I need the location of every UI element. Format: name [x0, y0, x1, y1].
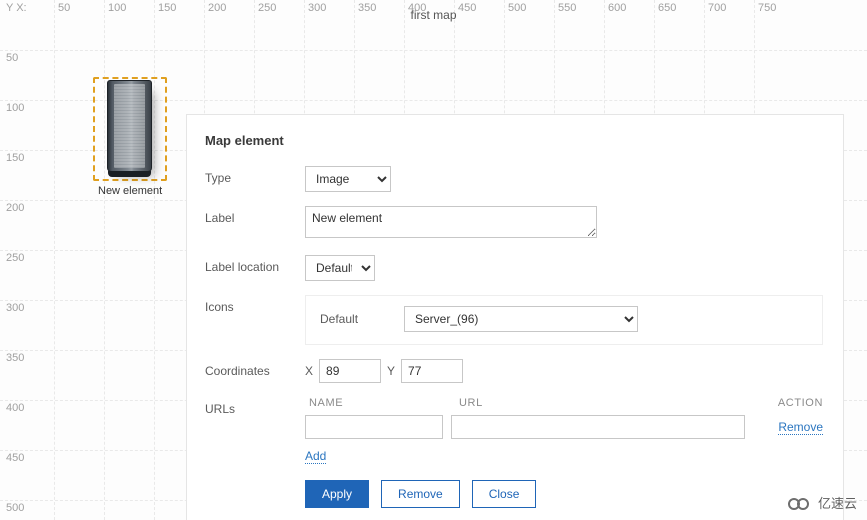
type-label: Type [205, 166, 305, 185]
url-row: Remove [305, 415, 823, 439]
server-rack-icon[interactable] [107, 80, 152, 172]
grid-y-tick: 100 [6, 102, 24, 114]
remove-button[interactable]: Remove [381, 480, 460, 508]
grid-y-tick: 50 [6, 52, 18, 64]
grid-x-tick: 100 [108, 2, 126, 14]
watermark-text: 亿速云 [818, 493, 857, 512]
grid-y-tick: 500 [6, 502, 24, 514]
grid-vline [54, 0, 55, 520]
grid-x-tick: 50 [58, 2, 70, 14]
icons-label: Icons [205, 295, 305, 314]
url-action-header: ACTION [753, 397, 823, 409]
grid-x-tick: 350 [358, 2, 376, 14]
grid-x-tick: 150 [158, 2, 176, 14]
icons-default-label: Default [320, 312, 390, 326]
label-textarea[interactable]: New element [305, 206, 597, 238]
coord-x-label: X [305, 364, 313, 378]
grid-y-tick: 250 [6, 252, 24, 264]
grid-y-tick: 400 [6, 402, 24, 414]
coordinates-label: Coordinates [205, 359, 305, 378]
coord-x-input[interactable] [319, 359, 381, 383]
icon-default-select[interactable]: Server_(96) [404, 306, 638, 332]
grid-x-tick: 750 [758, 2, 776, 14]
url-remove-link[interactable]: Remove [778, 420, 823, 435]
apply-button[interactable]: Apply [305, 480, 369, 508]
grid-x-tick: 600 [608, 2, 626, 14]
grid-x-tick: 200 [208, 2, 226, 14]
grid-x-tick: 650 [658, 2, 676, 14]
grid-y-tick: 350 [6, 352, 24, 364]
grid-y-tick: 450 [6, 452, 24, 464]
grid-hline [0, 50, 867, 51]
grid-y-tick: 150 [6, 152, 24, 164]
type-select[interactable]: Image [305, 166, 391, 192]
coord-y-input[interactable] [401, 359, 463, 383]
coord-y-label: Y [387, 364, 395, 378]
axis-corner-label: Y X: [6, 2, 27, 14]
grid-x-tick: 450 [458, 2, 476, 14]
grid-x-tick: 500 [508, 2, 526, 14]
label-label: Label [205, 206, 305, 225]
watermark-logo-icon [788, 495, 812, 511]
map-element-panel: Map element Type Image Label New element… [186, 114, 844, 520]
url-name-input[interactable] [305, 415, 443, 439]
grid-y-tick: 300 [6, 302, 24, 314]
map-canvas[interactable]: 50 100 150 200 250 300 350 400 450 500 550 600 650 70… [0, 0, 867, 520]
urls-table: NAME URL ACTION Remove Add [305, 397, 823, 464]
urls-label: URLs [205, 397, 305, 416]
close-button[interactable]: Close [472, 480, 537, 508]
watermark: 亿速云 [788, 493, 857, 512]
url-name-header: NAME [305, 397, 455, 409]
grid-x-tick: 300 [308, 2, 326, 14]
url-add-link[interactable]: Add [305, 449, 326, 464]
url-url-header: URL [455, 397, 753, 409]
label-location-label: Label location [205, 255, 305, 274]
panel-title: Map element [205, 133, 823, 148]
grid-y-tick: 200 [6, 202, 24, 214]
grid-x-tick: 250 [258, 2, 276, 14]
grid-x-tick: 550 [558, 2, 576, 14]
element-label: New element [98, 185, 162, 197]
icons-group: Default Server_(96) [305, 295, 823, 345]
label-location-select[interactable]: Default [305, 255, 375, 281]
map-title: first map [410, 8, 456, 22]
grid-x-tick: 700 [708, 2, 726, 14]
url-url-input[interactable] [451, 415, 745, 439]
